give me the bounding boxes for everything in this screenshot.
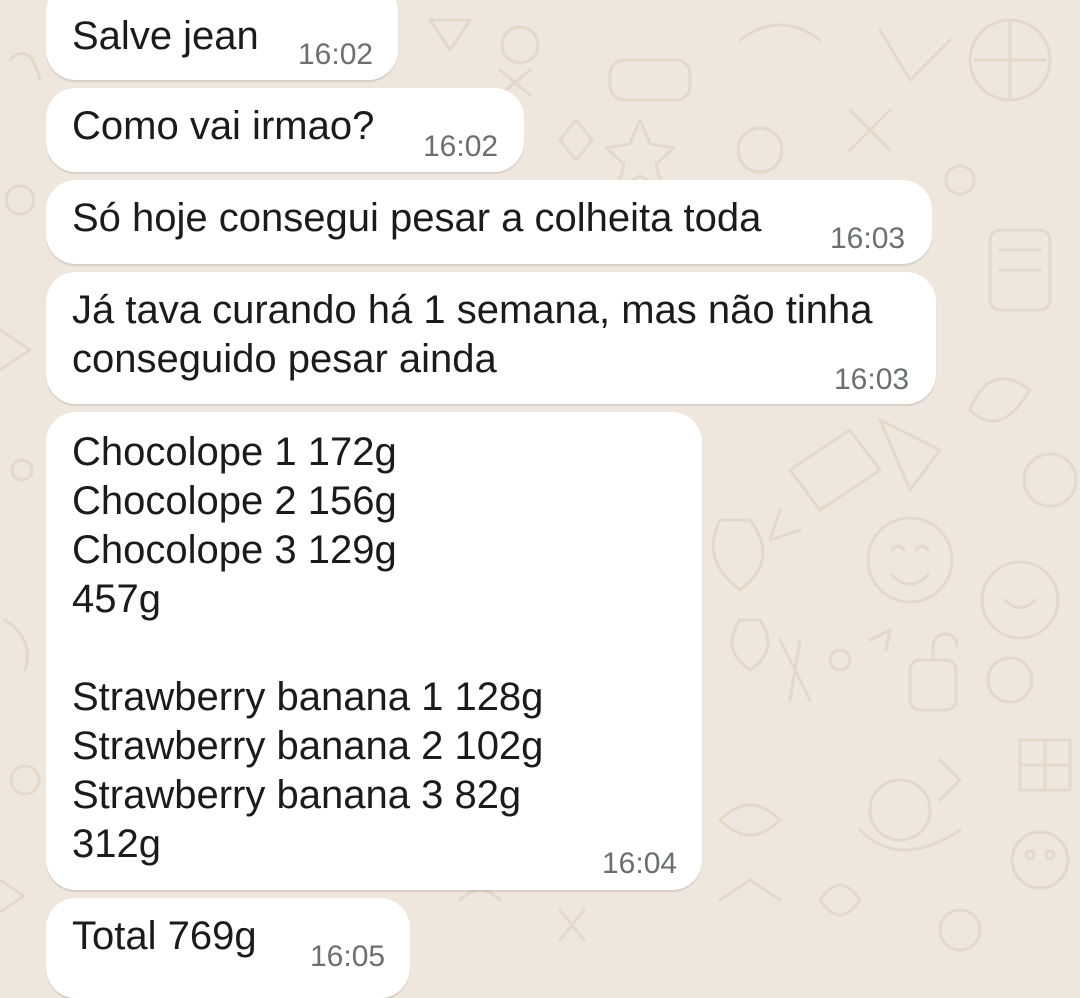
message-bubble[interactable]: Salve jean 16:02 — [46, 0, 398, 80]
message-bubble[interactable]: Como vai irmao? 16:02 — [46, 88, 524, 172]
message-timestamp: 16:02 — [298, 38, 374, 71]
message-timestamp: 16:05 — [310, 940, 386, 973]
message-text: Chocolope 1 172g Chocolope 2 156g Chocol… — [72, 430, 544, 866]
message-text: Salve jean — [72, 14, 259, 58]
message-text: Como vai irmao? — [72, 104, 375, 148]
message-timestamp: 16:04 — [602, 847, 678, 880]
chat-message-list[interactable]: Salve jean 16:02 Como vai irmao? 16:02 S… — [0, 0, 1080, 998]
message-bubble[interactable]: Já tava curando há 1 semana, mas não tin… — [46, 272, 936, 404]
message-bubble[interactable]: Total 769g 16:05 — [46, 898, 410, 998]
message-timestamp: 16:02 — [423, 130, 499, 163]
message-bubble[interactable]: Chocolope 1 172g Chocolope 2 156g Chocol… — [46, 412, 702, 890]
message-text: Só hoje consegui pesar a colheita toda — [72, 196, 762, 240]
message-timestamp: 16:03 — [834, 363, 910, 396]
message-text: Já tava curando há 1 semana, mas não tin… — [72, 288, 873, 381]
message-bubble[interactable]: Só hoje consegui pesar a colheita toda 1… — [46, 180, 932, 264]
message-timestamp: 16:03 — [830, 222, 906, 255]
message-text: Total 769g — [72, 914, 257, 958]
